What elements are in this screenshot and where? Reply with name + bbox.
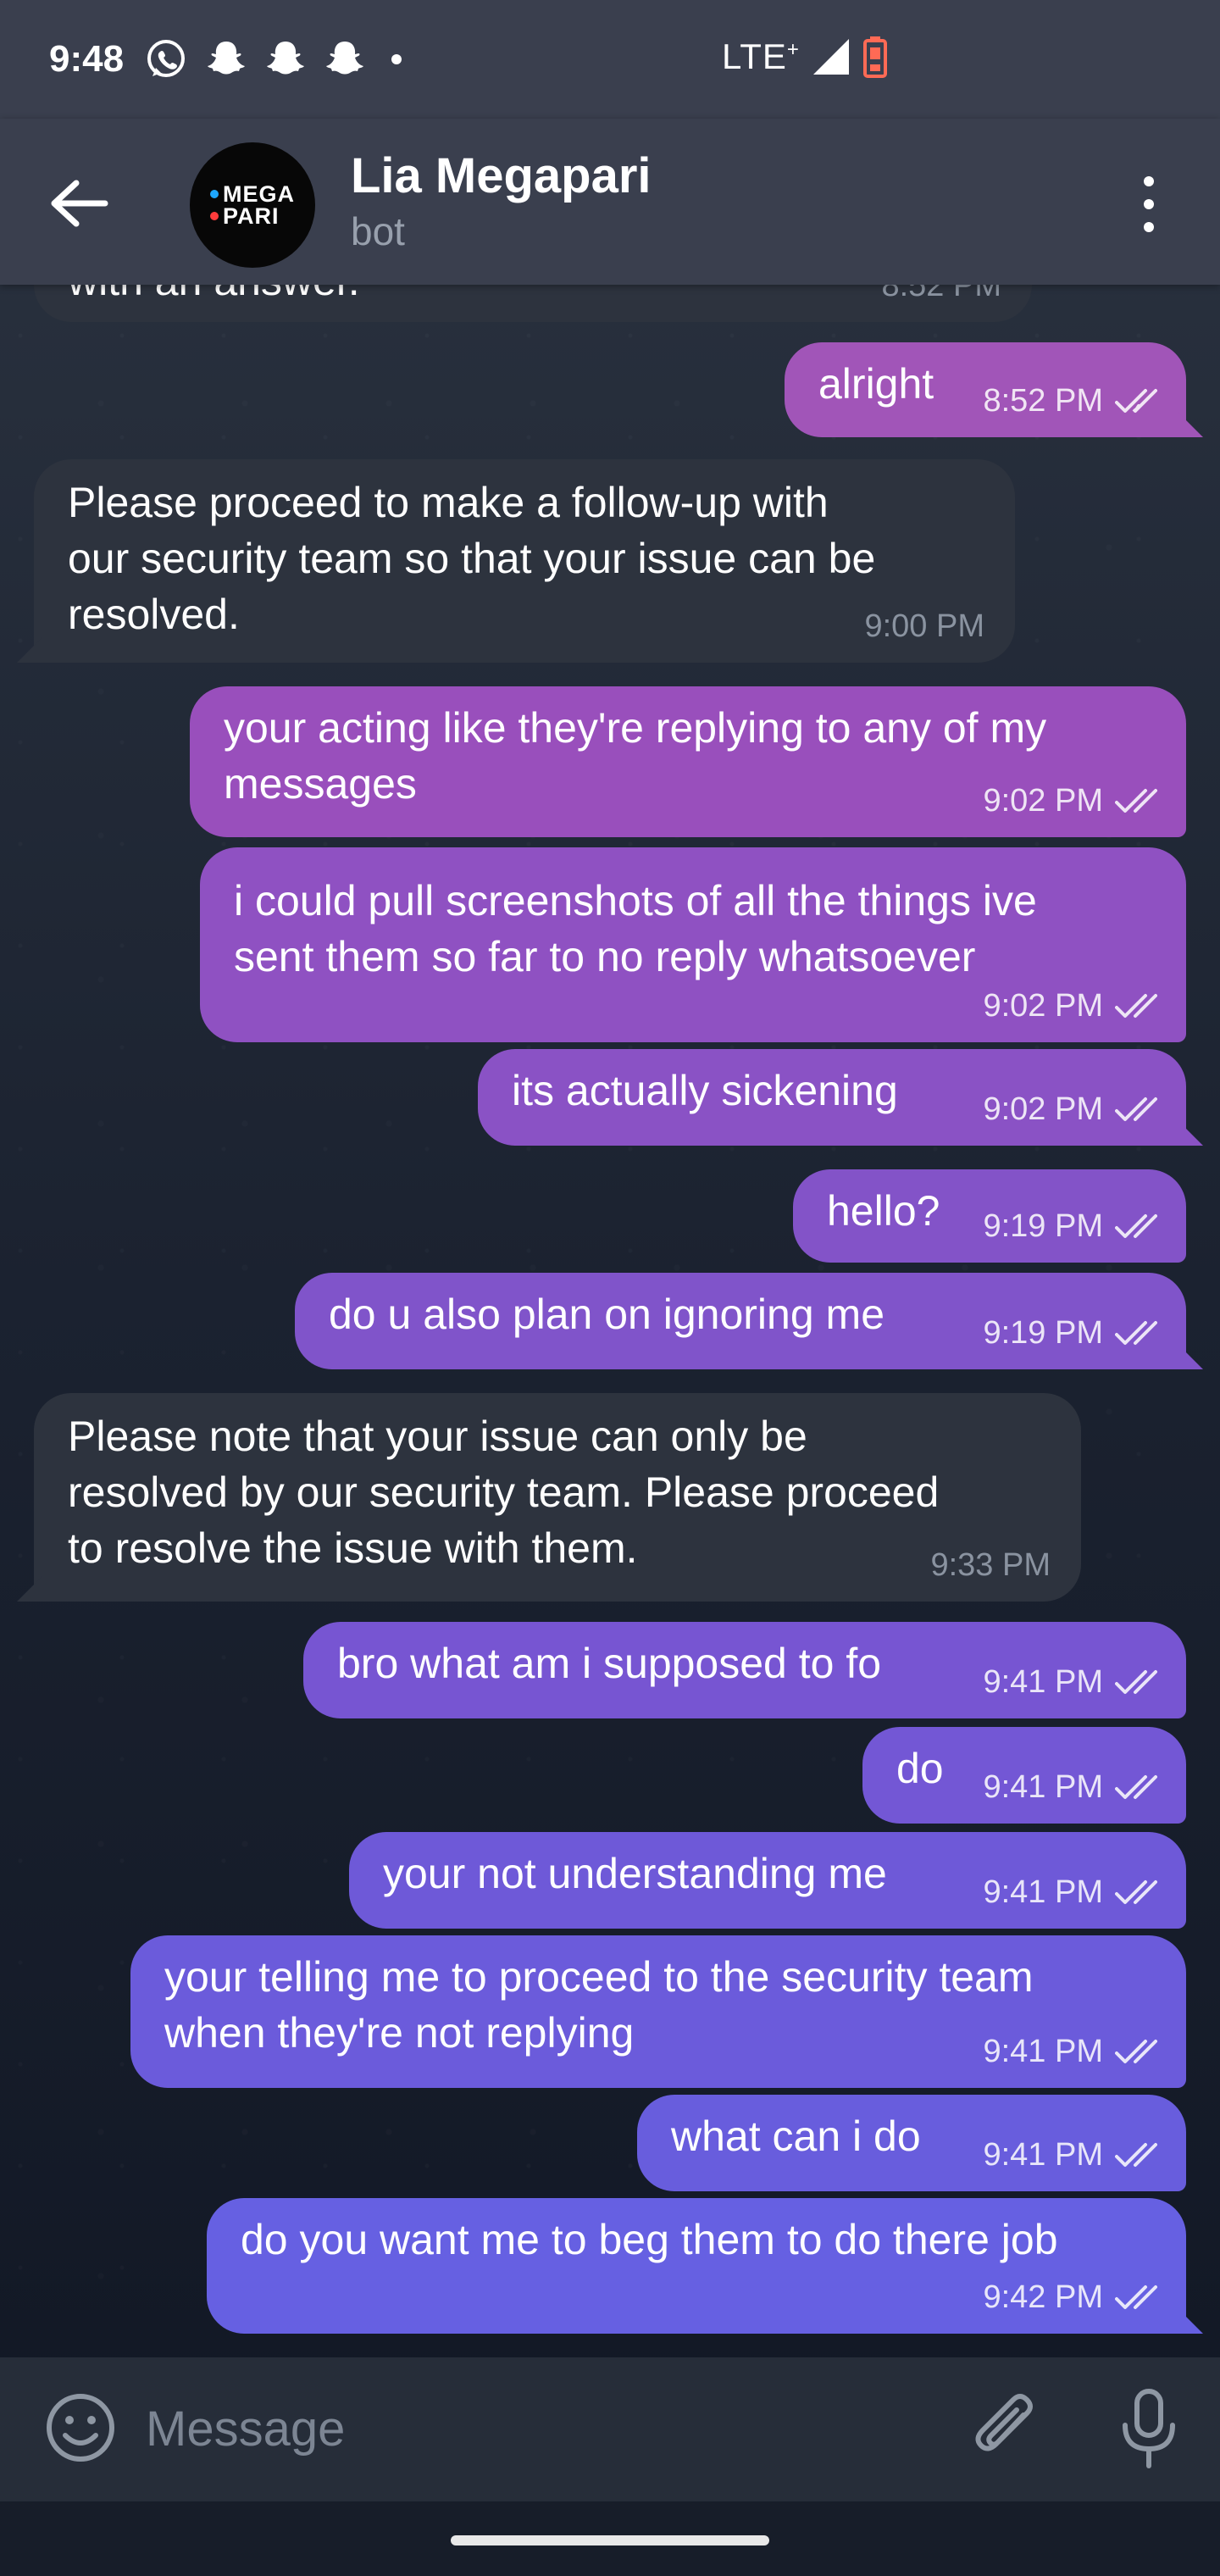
message-meta: 9:41 PM [983, 1759, 1167, 1815]
message-meta: 9:42 PM [983, 2269, 1167, 2325]
message-meta: 9:19 PM [983, 1198, 1167, 1254]
back-arrow-icon[interactable] [47, 178, 112, 229]
message-outgoing[interactable]: do 9:41 PM [862, 1727, 1186, 1824]
message-time: 9:02 PM [983, 783, 1103, 819]
message-outgoing[interactable]: what can i do 9:41 PM [637, 2095, 1186, 2191]
battery-low-icon [862, 36, 887, 78]
message-meta: 9:02 PM [983, 978, 1167, 1034]
message-text: alright [818, 360, 934, 408]
message-meta: 9:02 PM [983, 1081, 1167, 1137]
message-outgoing[interactable]: your not understanding me 9:41 PM [349, 1832, 1186, 1929]
more-notifications-dot-icon [391, 54, 402, 64]
message-incoming[interactable]: Please proceed to make a follow-up with … [34, 459, 1015, 663]
message-time: 9:33 PM [930, 1547, 1051, 1583]
snapchat-icon [267, 42, 305, 75]
double-check-icon [1115, 1670, 1157, 1694]
message-time: 9:41 PM [983, 1664, 1103, 1700]
message-text: Please note that your issue can only be … [68, 1413, 940, 1572]
message-time: 9:42 PM [983, 2279, 1103, 2315]
snapchat-icon [208, 42, 246, 75]
chat-header: MEGA PARI Lia Megapari bot [0, 119, 1220, 285]
message-outgoing[interactable]: bro what am i supposed to fo 9:41 PM [303, 1622, 1186, 1718]
message-time: 9:19 PM [983, 1208, 1103, 1244]
message-text: with an answer. [68, 285, 998, 308]
message-meta: 9:02 PM [983, 773, 1167, 829]
message-incoming[interactable]: Please note that your issue can only be … [34, 1393, 1081, 1602]
double-check-icon [1115, 1775, 1157, 1799]
message-time: 9:19 PM [983, 1315, 1103, 1351]
double-check-icon [1115, 1097, 1157, 1121]
message-outgoing[interactable]: your acting like they're replying to any… [190, 686, 1186, 837]
message-time: 9:00 PM [864, 608, 984, 644]
message-time: 9:41 PM [983, 1874, 1103, 1910]
message-meta: 9:19 PM [983, 1305, 1167, 1361]
message-time: 8:52 PM [983, 383, 1103, 419]
message-meta: 8:52 PM [881, 285, 1001, 314]
message-outgoing[interactable]: your telling me to proceed to the securi… [130, 1935, 1186, 2088]
contact-name[interactable]: Lia Megapari [351, 147, 652, 204]
status-time: 9:48 [49, 38, 125, 80]
snapchat-icon [326, 42, 364, 75]
message-meta: 9:33 PM [930, 1537, 1051, 1593]
message-meta: 9:41 PM [983, 2127, 1167, 2183]
double-check-icon [1115, 1214, 1157, 1238]
home-indicator[interactable] [451, 2535, 769, 2545]
message-meta: 9:41 PM [983, 1864, 1167, 1920]
message-composer [0, 2357, 1220, 2501]
message-text: Please proceed to make a follow-up with … [68, 479, 876, 638]
message-meta: 9:41 PM [983, 1654, 1167, 1710]
double-check-icon [1115, 1880, 1157, 1904]
message-list[interactable]: with an answer. 8:52 PM alright 8:52 PM … [0, 285, 1220, 2357]
double-check-icon [1115, 2143, 1157, 2167]
notification-icons [144, 37, 402, 81]
paperclip-icon[interactable] [971, 2391, 1047, 2468]
double-check-icon [1115, 994, 1157, 1018]
double-check-icon [1115, 2285, 1157, 2309]
smiley-icon[interactable] [44, 2391, 117, 2464]
message-outgoing[interactable]: its actually sickening 9:02 PM [478, 1049, 1186, 1146]
double-check-icon [1115, 389, 1157, 413]
contact-status: bot [351, 209, 405, 253]
message-meta: 9:41 PM [983, 2024, 1167, 2079]
message-text: i could pull screenshots of all the thin… [234, 877, 1037, 980]
microphone-icon[interactable] [1115, 2386, 1183, 2471]
message-outgoing[interactable]: do u also plan on ignoring me 9:19 PM [295, 1273, 1186, 1369]
double-check-icon [1115, 2040, 1157, 2063]
system-navigation-bar [0, 2501, 1220, 2576]
message-meta: 9:00 PM [864, 598, 984, 654]
avatar-logo: MEGA PARI [210, 183, 295, 228]
message-outgoing[interactable]: do you want me to beg them to do there j… [207, 2198, 1186, 2334]
status-bar: 9:48 LTE+ [0, 0, 1220, 119]
message-time: 8:52 PM [881, 285, 1001, 303]
system-indicators: LTE+ [722, 36, 888, 78]
message-text: do you want me to beg them to do there j… [241, 2216, 1058, 2263]
more-vertical-icon[interactable] [1134, 176, 1164, 232]
message-time: 9:02 PM [983, 988, 1103, 1024]
double-check-icon [1115, 789, 1157, 813]
message-time: 9:02 PM [983, 1091, 1103, 1127]
whatsapp-icon [147, 40, 186, 77]
message-time: 9:41 PM [983, 2034, 1103, 2069]
message-outgoing[interactable]: alright 8:52 PM [785, 342, 1186, 437]
message-time: 9:41 PM [983, 2137, 1103, 2173]
message-outgoing[interactable]: hello? 9:19 PM [793, 1169, 1186, 1263]
message-meta: 8:52 PM [983, 373, 1167, 429]
message-input[interactable] [146, 2393, 908, 2464]
message-time: 9:41 PM [983, 1769, 1103, 1805]
message-incoming[interactable]: with an answer. 8:52 PM [34, 285, 1032, 322]
signal-icon [812, 39, 849, 75]
network-type: LTE+ [722, 36, 800, 76]
double-check-icon [1115, 1321, 1157, 1345]
avatar[interactable]: MEGA PARI [190, 142, 315, 268]
message-outgoing[interactable]: i could pull screenshots of all the thin… [200, 847, 1186, 1042]
